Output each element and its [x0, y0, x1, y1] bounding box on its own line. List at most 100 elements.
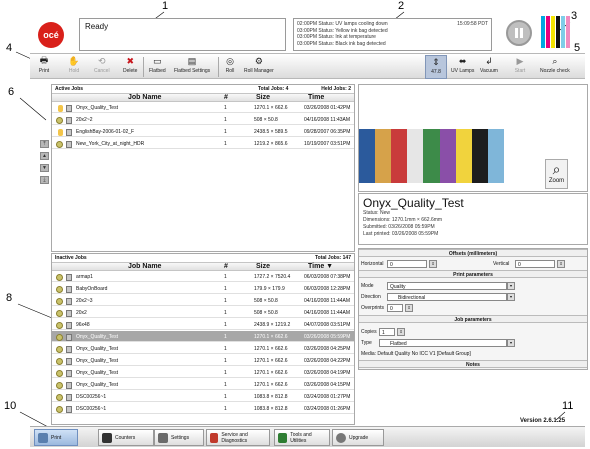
nav-counters-button[interactable]: Counters: [98, 429, 154, 446]
height-icon: ⇕: [432, 56, 440, 67]
table-row[interactable]: Onyx_Quality_Test 1 1270.1 × 662.6 03/26/20…: [52, 355, 354, 366]
table-row[interactable]: 20x2 1 508 × 50.8 04/16/2008 11:44AM: [52, 307, 354, 318]
carriage-height-button[interactable]: ⇕ 47.8: [425, 55, 447, 79]
type-select[interactable]: Flatbed: [379, 339, 507, 347]
document-icon: [66, 322, 72, 329]
nav-settings-button[interactable]: Settings: [154, 429, 204, 446]
table-row[interactable]: DSC00256~1 1 1083.8 × 812.8 03/24/2008 01:2…: [52, 391, 354, 402]
vacuum-button[interactable]: ↲ Vacuum: [480, 55, 498, 79]
horizontal-offset-input[interactable]: 0: [387, 260, 427, 268]
move-down-icon[interactable]: ▼: [40, 164, 49, 172]
job-name-cell: 20x2: [76, 310, 87, 316]
nav-upgrade-button[interactable]: Upgrade: [332, 429, 384, 446]
col-count[interactable]: #: [224, 263, 228, 270]
col-count[interactable]: #: [224, 94, 228, 101]
col-job-name[interactable]: Job Name: [128, 94, 161, 101]
move-up-icon[interactable]: ▲: [40, 152, 49, 160]
job-size-cell: 1727.2 × 7520.4: [254, 274, 291, 280]
status-icon: [56, 310, 63, 317]
table-row[interactable]: armap1 1 1727.2 × 7520.4 06/03/2008 07:38PM: [52, 271, 354, 282]
job-count-cell: 1: [224, 286, 227, 292]
nozzle-check-icon: ⌕: [552, 55, 558, 66]
flatbed-icon: ▭: [153, 55, 162, 66]
print-params-header: Print parameters: [359, 270, 587, 278]
table-row[interactable]: EnglishBay-2006-01-02_F 1 2438.5 × 589.5 09…: [52, 126, 354, 137]
col-size[interactable]: Size: [256, 94, 270, 101]
uv-lamps-button[interactable]: ⬌ UV Lamps: [451, 55, 474, 79]
copies-input[interactable]: 1: [379, 328, 395, 336]
ink-bar: [561, 16, 565, 48]
job-time-cell: 03/24/2008 01:26PM: [304, 406, 351, 412]
col-size[interactable]: Size: [256, 263, 270, 270]
table-row[interactable]: 20x2~2 1 508 × 50.8 04/16/2008 11:43AM: [52, 114, 354, 125]
roll-label: Roll: [225, 68, 235, 74]
job-name-cell: EnglishBay-2006-01-02_F: [76, 129, 135, 135]
nozzle-check-button[interactable]: ⌕ Nozzle check: [540, 55, 570, 79]
mode-select[interactable]: Quality: [387, 282, 507, 290]
table-row[interactable]: 20x2~3 1 508 × 50.8 04/16/2008 11:44AM: [52, 295, 354, 306]
nav-service-button[interactable]: Service and Diagnostics: [206, 429, 270, 446]
col-job-name[interactable]: Job Name: [128, 263, 161, 270]
roll-button[interactable]: ◎ Roll: [224, 55, 236, 79]
inactive-jobs-header: Inactive Jobs Total Jobs: 147: [52, 254, 354, 262]
move-bottom-icon[interactable]: ⤓: [40, 176, 49, 184]
table-row[interactable]: 96x48 1 2438.9 × 1219.2 04/07/2008 03:51PM: [52, 319, 354, 330]
message-log[interactable]: 15:09:58 PDT 02:00PM Status: UV lamps co…: [293, 18, 492, 51]
col-time[interactable]: Time: [308, 94, 324, 101]
roll-manager-button[interactable]: ⚙ Roll Manager: [244, 55, 274, 79]
table-row[interactable]: New_York_City_at_night_HDR 1 1219.2 × 865.…: [52, 138, 354, 149]
start-button[interactable]: ▶ Start: [514, 55, 526, 79]
job-size-cell: 1083.8 × 812.8: [254, 394, 288, 400]
delete-button[interactable]: ✖ Delete: [123, 55, 137, 79]
vertical-spinner[interactable]: ⇕: [557, 260, 565, 268]
preview-thumbnail: [359, 129, 504, 183]
ink-bar: [541, 16, 545, 48]
active-jobs-columns: Job Name # Size Time: [52, 93, 354, 102]
direction-dropdown-icon[interactable]: ▾: [507, 293, 515, 301]
table-row[interactable]: Onyx_Quality_Test 1 1270.1 × 662.6 03/26/20…: [52, 343, 354, 354]
horizontal-spinner[interactable]: ⇕: [429, 260, 437, 268]
hold-button[interactable]: ✋ Hold: [68, 55, 80, 79]
zoom-button[interactable]: ⌕ Zoom: [545, 159, 568, 189]
status-icon: [56, 394, 63, 401]
table-row[interactable]: Onyx_Quality_Test 1 1270.1 × 662.6 03/26/20…: [52, 102, 354, 113]
table-row[interactable]: BabyOnBoard 1 179.9 × 179.9 06/03/2008 12:2…: [52, 283, 354, 294]
job-name-cell: Onyx_Quality_Test: [76, 334, 118, 340]
job-last-printed: Last printed: 03/26/2008 05:59PM: [363, 231, 439, 237]
print-button[interactable]: 🖶 Print: [38, 55, 50, 79]
nav-tools-button[interactable]: Tools and Utilities: [274, 429, 330, 446]
col-time-sorted[interactable]: Time ▼: [308, 263, 333, 270]
table-row[interactable]: DSC00256~1 1 1083.8 × 812.8 03/24/2008 01:2…: [52, 403, 354, 414]
status-text: Ready: [85, 22, 109, 31]
inactive-jobs-panel: Inactive Jobs Total Jobs: 147 Job Name #…: [51, 253, 355, 425]
flatbed-button[interactable]: ▭ Flatbed: [149, 55, 166, 79]
job-size-cell: 1270.1 × 662.6: [254, 105, 288, 111]
printer-icon: [38, 432, 48, 443]
nav-print-button[interactable]: Print: [34, 429, 78, 446]
table-row[interactable]: Onyx_Quality_Test 1 1270.1 × 662.6 03/26/20…: [52, 331, 354, 342]
table-row[interactable]: Onyx_Quality_Test 1 1270.1 × 662.6 03/26/20…: [52, 367, 354, 378]
table-row[interactable]: Onyx_Quality_Test 1 1270.1 × 662.6 03/26/20…: [52, 379, 354, 390]
type-dropdown-icon[interactable]: ▾: [507, 339, 515, 347]
bottom-navigation: Print Counters Settings Service and Diag…: [30, 426, 585, 447]
cancel-button[interactable]: ⟲ Cancel: [94, 55, 110, 79]
overprints-input[interactable]: 0: [387, 304, 403, 312]
job-name-cell: DSC00256~1: [76, 394, 107, 400]
mode-dropdown-icon[interactable]: ▾: [507, 282, 515, 290]
job-name-cell: armap1: [76, 274, 93, 280]
copies-spinner[interactable]: ⇕: [397, 328, 405, 336]
flatbed-settings-button[interactable]: ▤ Flatbed Settings: [174, 55, 210, 79]
document-icon: [66, 358, 72, 365]
job-size-cell: 1270.1 × 662.6: [254, 382, 288, 388]
callout-8: 8: [6, 292, 13, 304]
direction-select[interactable]: Bidirectional: [387, 293, 507, 301]
job-count-cell: 1: [224, 141, 227, 147]
pause-button[interactable]: [506, 20, 532, 46]
ink-levels[interactable]: [541, 16, 570, 48]
direction-label: Direction: [361, 294, 381, 300]
job-count-cell: 1: [224, 310, 227, 316]
move-top-icon[interactable]: ⤒: [40, 140, 49, 148]
overprints-spinner[interactable]: ⇕: [405, 304, 413, 312]
job-info: Onyx_Quality_Test Status: New Dimensions…: [358, 193, 588, 245]
vertical-offset-input[interactable]: 0: [515, 260, 555, 268]
